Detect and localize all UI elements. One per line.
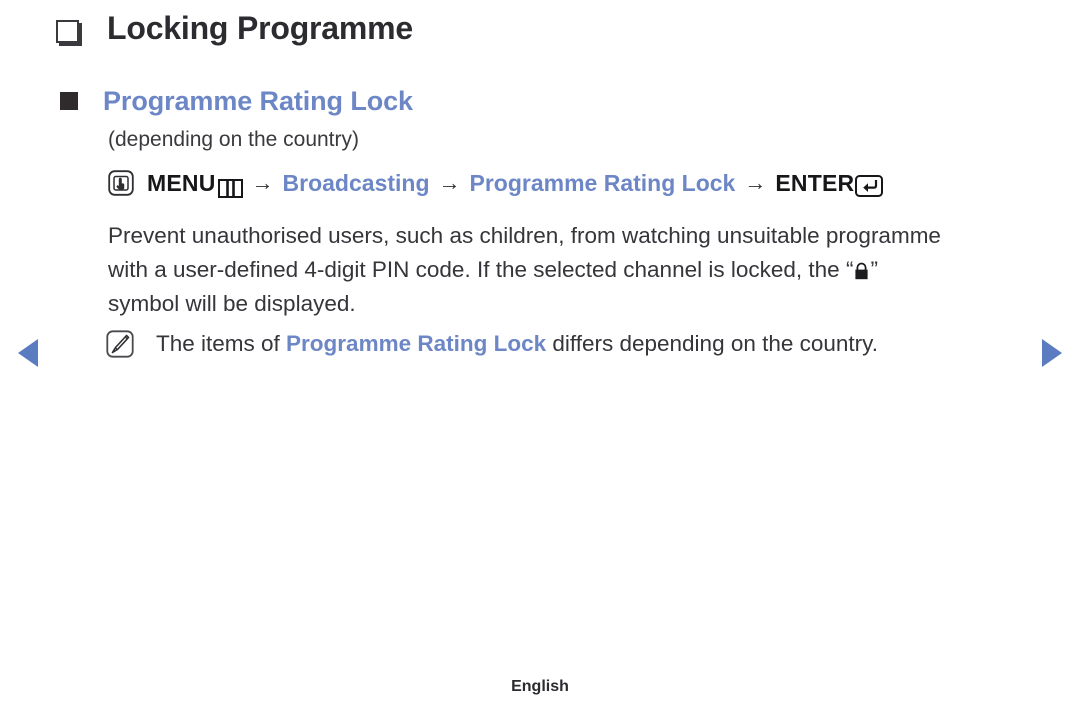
body-line-1: Prevent unauthorised users, such as chil… bbox=[108, 223, 820, 248]
note-highlight: Programme Rating Lock bbox=[286, 331, 547, 356]
section-heading: Programme Rating Lock bbox=[60, 84, 413, 118]
manual-page: Locking Programme Programme Rating Lock … bbox=[0, 0, 1080, 705]
note-line: The items of Programme Rating Lock diffe… bbox=[106, 328, 878, 360]
path-item-broadcasting: Broadcasting bbox=[282, 170, 430, 196]
section-subnote: (depending on the country) bbox=[108, 128, 360, 151]
triangle-left-icon[interactable] bbox=[18, 339, 38, 367]
menu-bars-icon bbox=[217, 175, 243, 198]
body-paragraph: Prevent unauthorised users, such as chil… bbox=[108, 219, 948, 321]
menu-path: MENU → Broadcasting → Programme Rating L… bbox=[108, 168, 884, 198]
path-arrow-2: → bbox=[438, 170, 461, 195]
hand-press-button-icon bbox=[108, 170, 134, 196]
section-title: Programme Rating Lock bbox=[103, 86, 413, 116]
enter-return-key-icon bbox=[855, 174, 884, 197]
body-line-3-before: locked, the “ bbox=[730, 257, 854, 282]
path-item-programme-rating-lock: Programme Rating Lock bbox=[469, 170, 736, 196]
footer-language: English bbox=[511, 678, 569, 695]
menu-label: MENU bbox=[147, 170, 216, 196]
path-arrow-1: → bbox=[251, 170, 274, 195]
note-text-before: The items of bbox=[156, 331, 287, 356]
triangle-right-icon[interactable] bbox=[1042, 339, 1062, 367]
path-arrow-3: → bbox=[744, 170, 767, 195]
note-text: The items of Programme Rating Lock diffe… bbox=[156, 328, 878, 360]
square-outline-shadow-icon bbox=[56, 19, 79, 43]
page-title: Locking Programme bbox=[107, 10, 414, 46]
note-text-after: differs depending on the country. bbox=[546, 331, 879, 356]
enter-label: ENTER bbox=[775, 170, 855, 196]
note-pencil-icon bbox=[106, 330, 134, 358]
page-heading: Locking Programme bbox=[56, 8, 413, 48]
square-filled-icon bbox=[60, 92, 78, 110]
padlock-icon bbox=[854, 256, 869, 280]
